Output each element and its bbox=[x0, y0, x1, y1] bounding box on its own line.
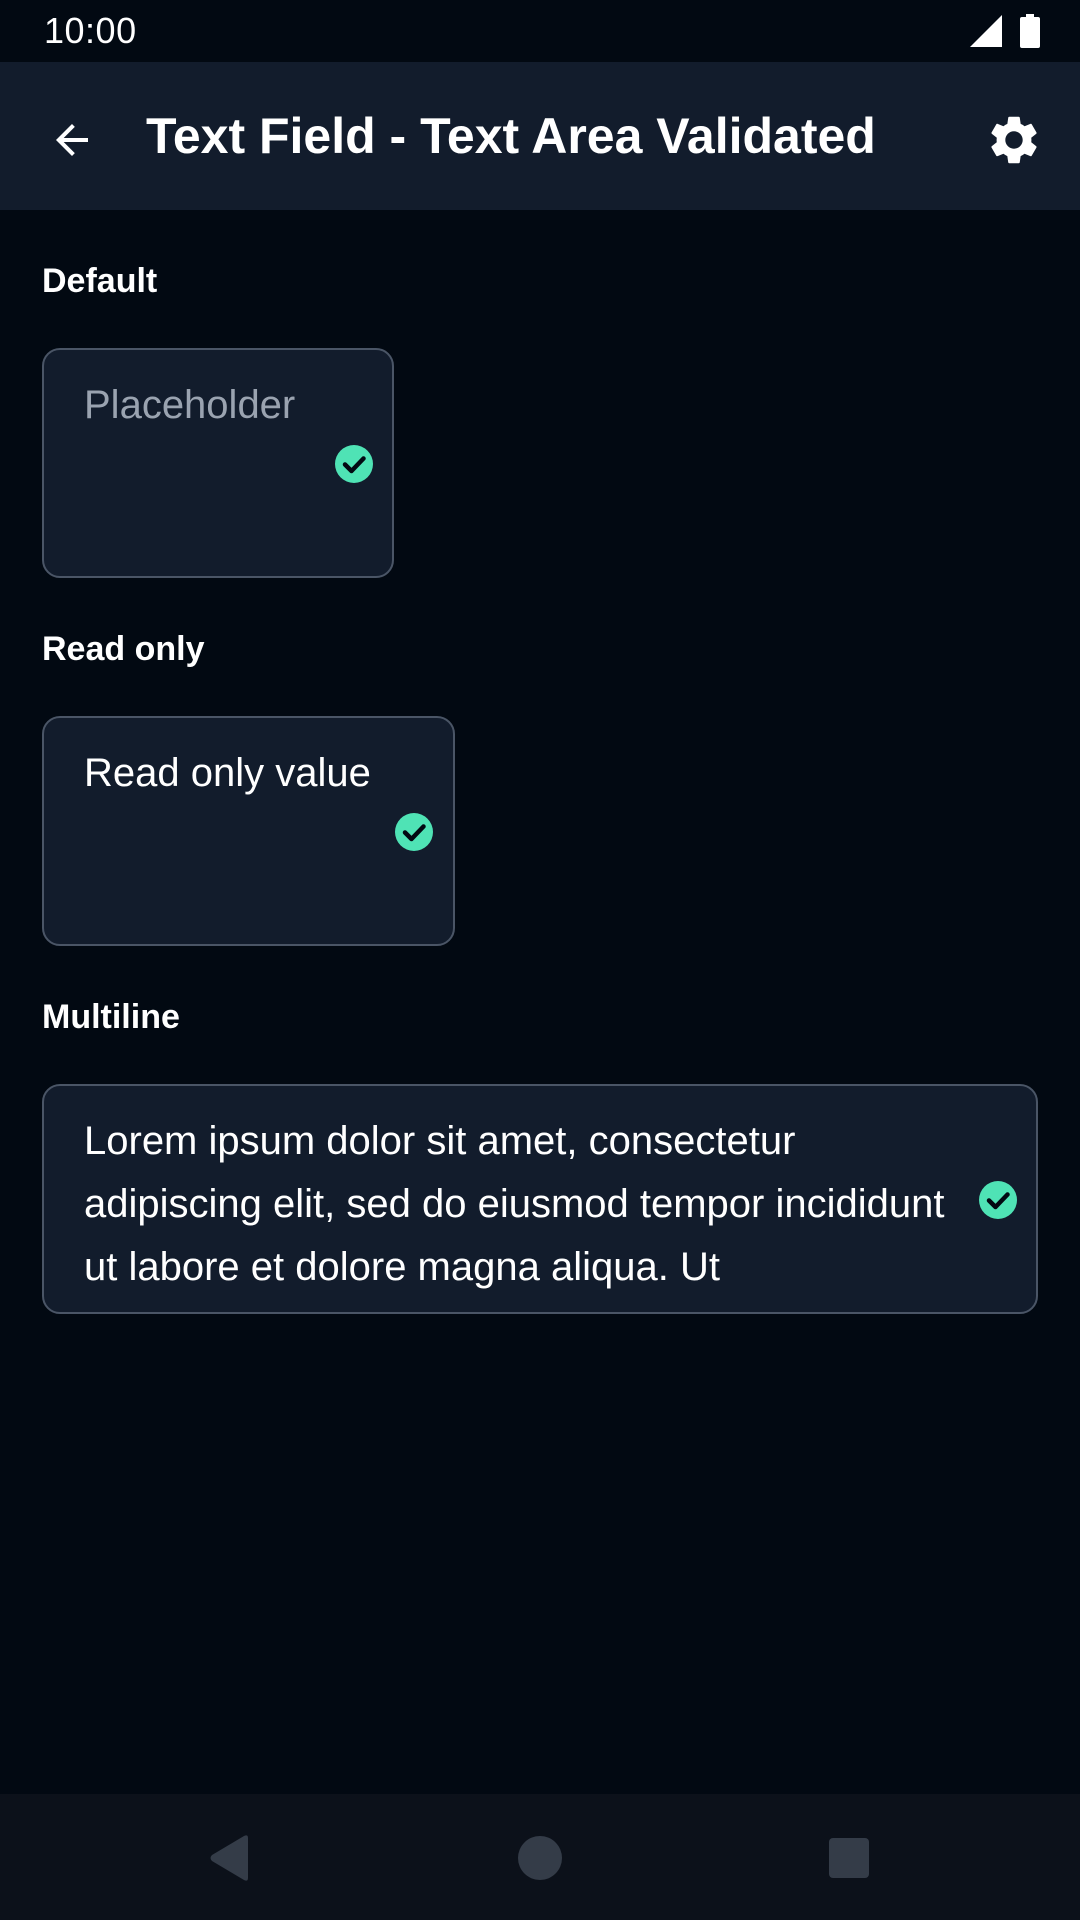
nav-recents-button[interactable] bbox=[813, 1822, 885, 1894]
section-label-read-only: Read only bbox=[42, 630, 205, 668]
text-area-multiline[interactable]: Lorem ipsum dolor sit amet, consectetur … bbox=[42, 1084, 1038, 1314]
check-circle-icon bbox=[979, 1181, 1017, 1219]
signal-icon bbox=[970, 15, 1002, 47]
screen: 10:00 Text Field - Text Area Validated D… bbox=[0, 0, 1080, 1920]
text-area-multiline-value: Lorem ipsum dolor sit amet, consectetur … bbox=[84, 1119, 945, 1289]
check-circle-icon bbox=[335, 445, 373, 483]
text-area-read-only-value: Read only value bbox=[84, 751, 371, 795]
back-triangle-icon bbox=[210, 1835, 248, 1881]
app-bar: Text Field - Text Area Validated bbox=[0, 62, 1080, 210]
section-label-multiline: Multiline bbox=[42, 998, 180, 1036]
recents-square-icon bbox=[829, 1838, 869, 1878]
gear-icon bbox=[991, 116, 1037, 164]
settings-button[interactable] bbox=[972, 98, 1056, 182]
section-label-default: Default bbox=[42, 262, 158, 300]
status-icons bbox=[970, 14, 1040, 48]
arrow-back-icon bbox=[56, 124, 88, 156]
text-area-default[interactable]: Placeholder bbox=[42, 348, 394, 578]
check-circle-icon bbox=[395, 813, 433, 851]
nav-home-button[interactable] bbox=[504, 1822, 576, 1894]
text-area-read-only[interactable]: Read only value bbox=[42, 716, 455, 946]
system-nav-bar bbox=[0, 1794, 1080, 1920]
nav-back-button[interactable] bbox=[194, 1822, 266, 1894]
text-area-placeholder: Placeholder bbox=[84, 383, 296, 427]
home-circle-icon bbox=[518, 1836, 562, 1880]
page-title: Text Field - Text Area Validated bbox=[146, 108, 876, 164]
battery-icon bbox=[1020, 14, 1040, 48]
status-bar: 10:00 bbox=[0, 0, 1080, 62]
status-time: 10:00 bbox=[44, 10, 137, 51]
back-button[interactable] bbox=[30, 98, 114, 182]
